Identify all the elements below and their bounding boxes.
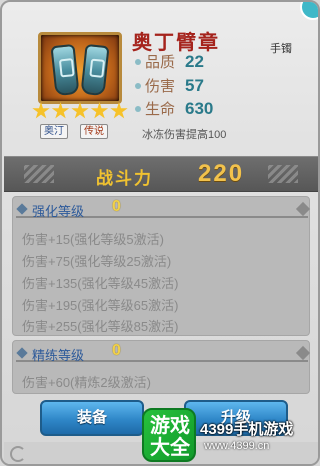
item-bonus: 冰冻伤害提高100 (142, 129, 227, 141)
enhance-line: 伤害+135(强化等级45激活) (22, 276, 179, 291)
star-icon (51, 102, 70, 119)
enhance-line: 伤害+195(强化等级65激活) (22, 298, 179, 313)
bracer-right-icon (80, 43, 110, 97)
enhance-line: 伤害+15(强化等级5激活) (22, 232, 164, 247)
section-end-icon (295, 345, 311, 361)
stat-label: 伤害 (145, 78, 176, 95)
stat-damage: 伤害 57 (145, 75, 204, 96)
refine-title: 精练等级 (32, 348, 85, 363)
stat-health: 生命 630 (145, 98, 213, 119)
refine-header: 精练等级 0 (16, 342, 311, 363)
item-icon (38, 32, 122, 104)
rarity-tag: 传说 (80, 124, 108, 139)
enhance-level: 0 (112, 198, 121, 215)
power-label: 战斗力 (96, 169, 153, 188)
star-icon (71, 102, 89, 119)
power-bar (4, 156, 318, 192)
watermark-url: www.4399.cn (204, 440, 270, 452)
star-icon (90, 102, 109, 119)
stat-value: 630 (185, 99, 214, 118)
power-value: 220 (198, 160, 245, 187)
item-type: 手镯 (270, 43, 292, 55)
star-rating (32, 102, 128, 120)
watermark-logo: 游戏 大全 (142, 408, 196, 462)
stat-quality: 品质 22 (145, 51, 204, 72)
enhance-line: 伤害+255(强化等级85激活) (22, 319, 179, 334)
equip-button[interactable]: 装备 (40, 400, 144, 436)
watermark-logo-top: 游戏 (150, 415, 190, 437)
item-detail-panel: 奥汀 传说 奥丁臂章 手镯 品质 22 伤害 57 生命 630 冰冻伤害提高100 … (0, 0, 320, 466)
close-corner-icon[interactable] (300, 2, 318, 20)
watermark: 游戏 大全 4399手机游戏 www.4399.cn (138, 404, 318, 464)
section-diamond-icon (16, 347, 28, 359)
stripe-decoration (24, 165, 54, 183)
enhance-title: 强化等级 (32, 204, 85, 219)
stat-label: 生命 (145, 101, 176, 118)
star-icon (32, 102, 50, 119)
star-icon (110, 102, 128, 119)
stripe-decoration (268, 165, 298, 183)
enhance-header: 强化等级 0 (16, 198, 311, 219)
stat-bullet-icon (135, 59, 141, 65)
refine-level: 0 (112, 342, 121, 359)
stat-bullet-icon (135, 106, 141, 112)
stat-value: 22 (185, 52, 204, 71)
refine-line: 伤害+60(精炼2级激活) (22, 375, 151, 390)
swirl-decoration-icon (10, 446, 26, 462)
watermark-site: 4399手机游戏 (200, 421, 294, 438)
stat-bullet-icon (135, 83, 141, 89)
stat-value: 57 (185, 76, 204, 95)
section-diamond-icon (16, 203, 28, 215)
stat-label: 品质 (145, 54, 176, 71)
section-end-icon (295, 201, 311, 217)
bracer-left-icon (50, 43, 80, 97)
watermark-logo-bottom: 大全 (150, 437, 190, 459)
enhance-line: 伤害+75(强化等级25激活) (22, 254, 172, 269)
set-tag: 奥汀 (40, 124, 68, 139)
